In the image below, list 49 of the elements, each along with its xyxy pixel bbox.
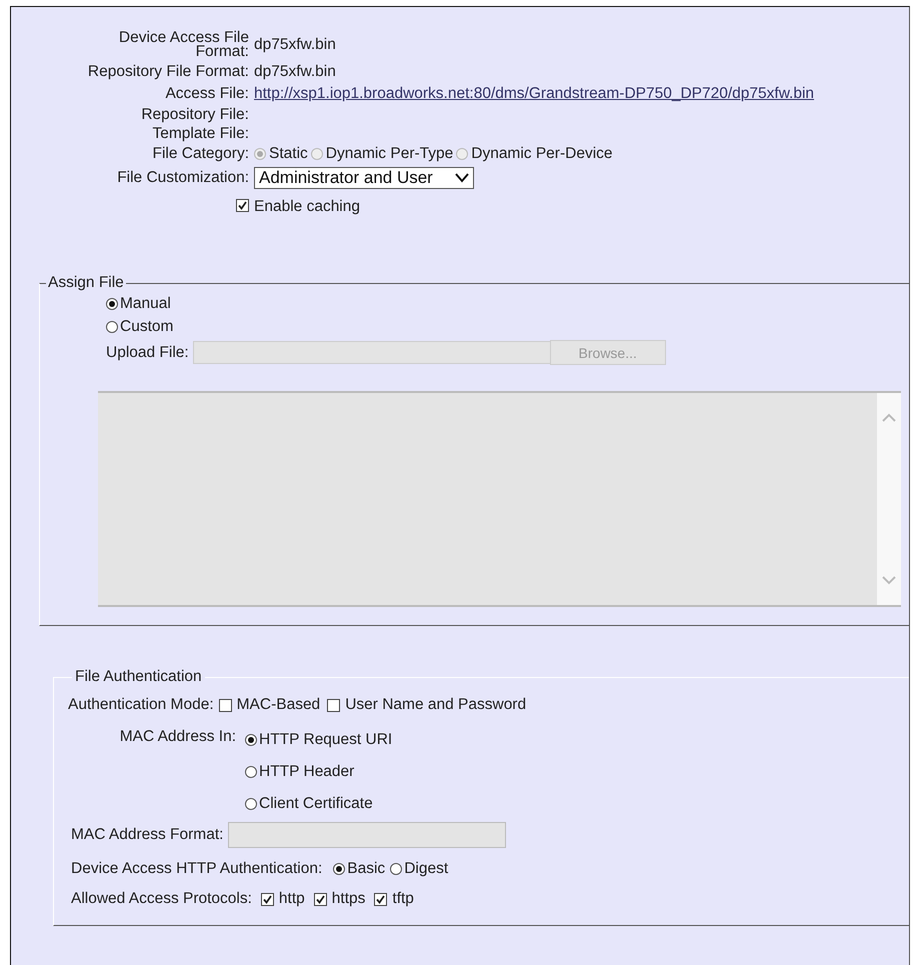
field-label: Template File: [152, 126, 249, 140]
field-label: Repository File Format: [88, 65, 249, 79]
field-value: dp75xfw.bin [254, 63, 336, 81]
field-value: dp75xfw.bin [254, 36, 336, 54]
field-label: MAC Address Format: [71, 826, 224, 844]
customization-select[interactable]: Administrator and User [254, 167, 474, 189]
checkbox[interactable] [260, 892, 274, 906]
field-label: Access File: [165, 87, 249, 101]
access-file-link[interactable]: http://xsp1.iop1.broadworks.net:80/dms/Grandstream-DP750_DP720/dp75xfw.bin [254, 85, 814, 103]
option-label: Static [269, 145, 308, 163]
radio-button[interactable] [245, 766, 257, 778]
radio-button[interactable] [333, 863, 346, 875]
radio-button[interactable] [245, 734, 257, 746]
option-label: https [332, 890, 366, 908]
option-label: Manual [120, 294, 171, 312]
option-label: MAC-Based [236, 696, 320, 714]
option-label: Basic [347, 860, 386, 878]
option-label: tftp [392, 890, 414, 908]
field-label: Repository File: [141, 108, 249, 122]
checkbox[interactable] [374, 892, 388, 906]
radio-button[interactable] [245, 798, 257, 810]
option-label: User Name and Password [345, 696, 526, 714]
field-label: Device Access File Format: [118, 31, 249, 59]
radio-button[interactable] [390, 863, 402, 875]
group-legend: Assign File [46, 274, 126, 292]
option-label: Dynamic Per-Device [471, 145, 613, 163]
group-legend: File Authentication [72, 668, 205, 686]
field-label: MAC Address In: [120, 727, 236, 746]
checkbox[interactable] [236, 199, 249, 212]
field-label: Device Access HTTP Authentication: [71, 860, 322, 878]
chevron-down-icon [455, 173, 469, 183]
option-label: Client Certificate [259, 795, 373, 813]
checkbox[interactable] [327, 698, 340, 712]
option-label: Digest [404, 860, 448, 878]
option-label: http [278, 890, 305, 908]
field-label: Authentication Mode: [68, 696, 214, 714]
field-label: Allowed Access Protocols: [71, 890, 252, 908]
radio-button[interactable] [106, 320, 118, 332]
option-label: Custom [120, 318, 174, 336]
radio-button[interactable] [106, 298, 118, 310]
checkbox[interactable] [218, 698, 232, 712]
field-label: Upload File: [106, 344, 189, 362]
option-label: Dynamic Per-Type [326, 145, 454, 163]
option-label: Enable caching [254, 198, 360, 216]
checkbox[interactable] [314, 892, 327, 906]
option-label: HTTP Header [259, 763, 354, 781]
option-label: HTTP Request URI [259, 731, 392, 749]
field-label: File Customization: [117, 171, 249, 185]
field-label: File Category: [152, 147, 249, 161]
